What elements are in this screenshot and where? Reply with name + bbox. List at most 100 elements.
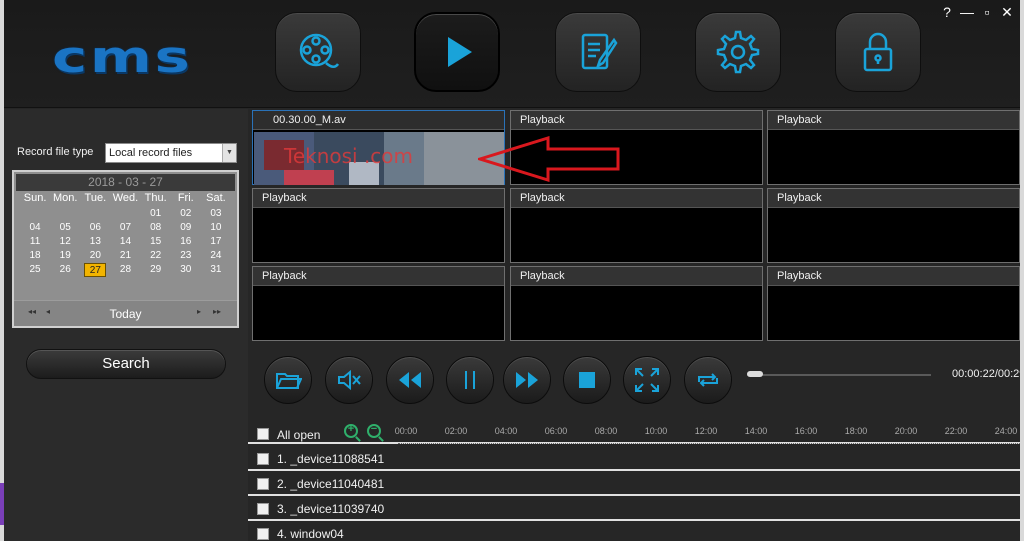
calendar-date[interactable]: 30	[171, 263, 201, 277]
mute-button[interactable]	[325, 356, 373, 404]
zoom-in-icon[interactable]: +	[344, 423, 358, 438]
device-checkbox[interactable]	[257, 453, 269, 465]
calendar-date[interactable]: 23	[171, 249, 201, 263]
timeline-tick-label: 08:00	[594, 426, 618, 436]
playback-cell-title: Playback	[511, 267, 762, 286]
nav-device-manager-button[interactable]	[275, 12, 361, 92]
calendar-date[interactable]: 04	[20, 221, 50, 235]
calendar-date[interactable]: 08	[141, 221, 171, 235]
playback-cell-title: Playback	[511, 111, 762, 130]
fullscreen-button[interactable]	[623, 356, 671, 404]
playback-cell-title: Playback	[253, 267, 504, 286]
chevron-down-icon[interactable]: ▼	[222, 144, 236, 162]
calendar-date[interactable]: 17	[201, 235, 231, 249]
playback-cell[interactable]: Playback	[767, 110, 1020, 185]
playback-cell[interactable]: Playback	[767, 188, 1020, 263]
calendar-date[interactable]: 25	[20, 263, 50, 277]
next-month-icon[interactable]: ▸	[197, 307, 201, 316]
progress-knob[interactable]	[747, 371, 763, 377]
timeline-tick-label: 02:00	[444, 426, 468, 436]
record-file-type-select[interactable]: Local record files ▼	[105, 143, 237, 163]
loop-icon	[698, 373, 718, 387]
loop-button[interactable]	[684, 356, 732, 404]
red-arrow-annotation	[478, 136, 620, 182]
device-row[interactable]: 4. window04	[248, 522, 1020, 541]
playback-time: 00:00:22/00:29	[952, 368, 1020, 380]
device-checkbox[interactable]	[257, 528, 269, 540]
fast-forward-button[interactable]	[503, 356, 551, 404]
fullscreen-icon	[635, 368, 659, 392]
nav-playback-button[interactable]	[414, 12, 500, 92]
device-row[interactable]: 1. _device11088541	[248, 447, 1020, 471]
calendar-date[interactable]: 31	[201, 263, 231, 277]
calendar-date[interactable]: 19	[50, 249, 80, 263]
calendar-date-empty	[50, 207, 80, 221]
playback-cell[interactable]: Playback	[510, 188, 763, 263]
film-reel-icon	[299, 33, 340, 68]
calendar-date[interactable]: 24	[201, 249, 231, 263]
calendar-date[interactable]: 21	[110, 249, 140, 263]
rewind-button[interactable]	[386, 356, 434, 404]
calendar-date[interactable]: 16	[171, 235, 201, 249]
device-label: 1. _device11088541	[277, 452, 385, 466]
log-edit-icon	[581, 33, 618, 70]
video-frame: Teknosi .com	[254, 132, 504, 185]
playback-cell-title: Playback	[768, 267, 1019, 286]
nav-log-button[interactable]	[555, 12, 641, 92]
calendar-day-name: Tue.	[84, 192, 107, 204]
playback-cell[interactable]: Playback	[252, 266, 505, 341]
timeline-tick-label: 12:00	[694, 426, 718, 436]
today-button[interactable]: Today	[14, 307, 237, 321]
nav-lock-button[interactable]	[835, 12, 921, 92]
calendar-date[interactable]: 29	[141, 263, 171, 277]
device-checkbox[interactable]	[257, 478, 269, 490]
playback-controls: 00:00:22/00:29	[248, 352, 1020, 408]
close-button[interactable]: ✕	[1000, 4, 1014, 20]
calendar-date[interactable]: 22	[141, 249, 171, 263]
device-checkbox[interactable]	[257, 503, 269, 515]
device-label: 3. _device11039740	[277, 502, 385, 516]
playback-progress-slider[interactable]	[747, 371, 931, 377]
calendar-date[interactable]: 10	[201, 221, 231, 235]
next-year-icon[interactable]: ▸▸	[213, 307, 221, 316]
nav-settings-button[interactable]	[695, 12, 781, 92]
playback-cell[interactable]: 00.30.00_M.av Teknosi .com	[252, 110, 505, 185]
calendar: 2018 - 03 - 27 Sun. Mon. Tue. Wed. Thu. Fri. S…	[12, 170, 239, 328]
all-open-checkbox[interactable]	[257, 428, 269, 440]
device-row[interactable]: 2. _device11040481	[248, 472, 1020, 496]
calendar-date[interactable]: 12	[50, 235, 80, 249]
calendar-date[interactable]: 11	[20, 235, 50, 249]
calendar-date-selected[interactable]: 27	[84, 263, 107, 277]
calendar-date[interactable]: 03	[201, 207, 231, 221]
calendar-date[interactable]: 05	[50, 221, 80, 235]
playback-cell[interactable]: Playback	[252, 188, 505, 263]
zoom-out-icon[interactable]: −	[367, 423, 381, 438]
calendar-date[interactable]: 01	[141, 207, 171, 221]
calendar-date[interactable]: 18	[20, 249, 50, 263]
calendar-date[interactable]: 28	[110, 263, 140, 277]
pause-icon	[465, 371, 475, 389]
playback-cell[interactable]: Playback	[767, 266, 1020, 341]
calendar-date[interactable]: 15	[141, 235, 171, 249]
open-folder-button[interactable]	[264, 356, 312, 404]
calendar-date[interactable]: 13	[80, 235, 110, 249]
playback-cell-title: Playback	[768, 189, 1019, 208]
timeline-tick-label: 16:00	[794, 426, 818, 436]
device-row[interactable]: 3. _device11039740	[248, 497, 1020, 521]
calendar-date[interactable]: 02	[171, 207, 201, 221]
pause-button[interactable]	[446, 356, 494, 404]
restore-button[interactable]: ▫	[980, 4, 994, 20]
calendar-date[interactable]: 20	[80, 249, 110, 263]
help-button[interactable]: ?	[940, 4, 954, 20]
playback-cell[interactable]: Playback	[510, 266, 763, 341]
stop-button[interactable]	[563, 356, 611, 404]
calendar-date[interactable]: 09	[171, 221, 201, 235]
calendar-date[interactable]: 06	[80, 221, 110, 235]
timeline-tickmarks	[398, 437, 1020, 444]
calendar-date[interactable]: 07	[110, 221, 140, 235]
minimize-button[interactable]: —	[960, 4, 974, 20]
timeline: All open + − 00:00 02:00 04:00 06:00 08:00 10…	[248, 420, 1020, 541]
calendar-date[interactable]: 14	[110, 235, 140, 249]
calendar-date[interactable]: 26	[50, 263, 80, 277]
search-button[interactable]: Search	[26, 349, 226, 379]
